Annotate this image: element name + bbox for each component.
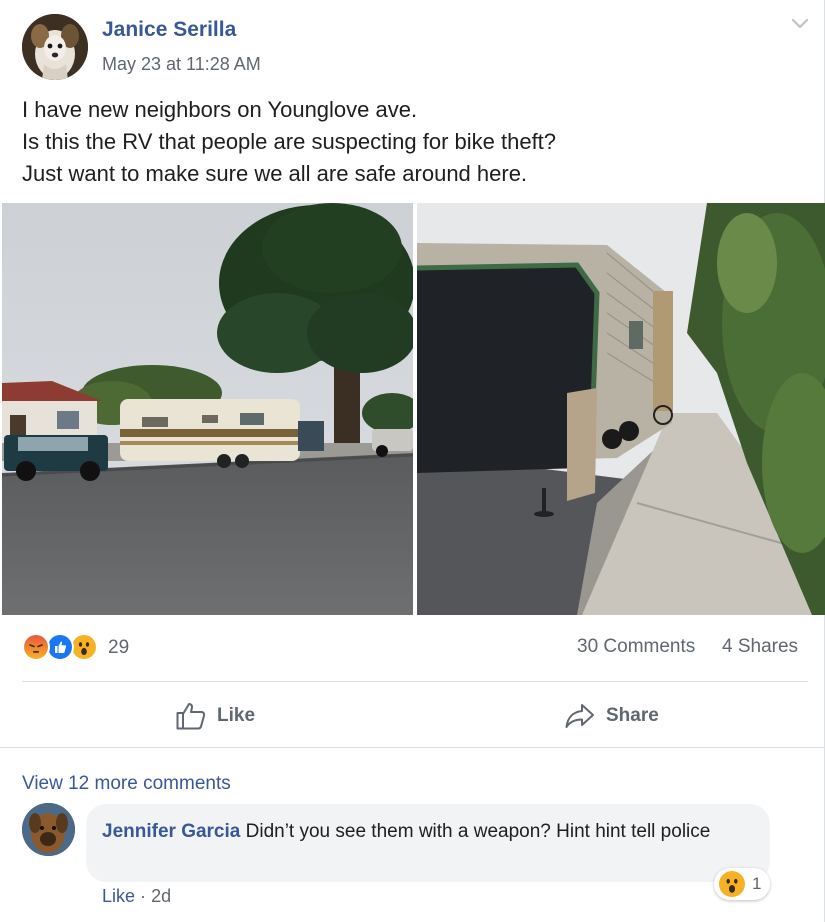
shares-count-link[interactable]: 4 Shares: [722, 636, 798, 658]
post-text-line: Is this the RV that people are suspectin…: [22, 129, 557, 154]
comment-author[interactable]: Jennifer Garcia: [102, 821, 240, 842]
angry-reaction-icon: [22, 633, 50, 661]
post-photo-street[interactable]: [2, 203, 413, 615]
share-button[interactable]: Share: [564, 696, 659, 736]
post-text-line: Just want to make sure we all are safe a…: [22, 161, 528, 186]
comment-meta-separator: ·: [140, 886, 147, 906]
view-more-comments-link[interactable]: View 12 more comments: [22, 773, 231, 795]
comments-count-link[interactable]: 30 Comments: [577, 636, 695, 658]
share-arrow-icon: [565, 704, 594, 728]
like-button-label: Like: [217, 705, 256, 726]
reaction-count: 29: [108, 637, 130, 658]
reactions-summary[interactable]: 29: [22, 633, 132, 661]
divider: [0, 747, 825, 748]
like-reaction-icon: [46, 633, 74, 661]
like-button[interactable]: Like: [175, 696, 255, 736]
comment-bubble: Jennifer Garcia Didn’t you see them with…: [86, 804, 770, 882]
comment-reaction-badge[interactable]: 1: [714, 868, 770, 900]
comment-text: Didn’t you see them with a weapon? Hint …: [245, 821, 711, 842]
comment-age[interactable]: 2d: [151, 886, 171, 906]
comment-reaction-count: 1: [752, 874, 762, 893]
wow-reaction-icon: [70, 633, 98, 661]
share-button-label: Share: [606, 705, 659, 726]
commenter-avatar[interactable]: [22, 803, 75, 856]
post-text: I have new neighbors on Younglove ave. I…: [22, 94, 802, 190]
wow-reaction-icon: [719, 871, 745, 897]
post-text-line: I have new neighbors on Younglove ave.: [22, 97, 418, 122]
thumbs-up-icon: [176, 703, 206, 730]
post-timestamp[interactable]: May 23 at 11:28 AM: [102, 54, 261, 75]
comment-meta: Like · 2d: [102, 886, 171, 907]
comment-like-link[interactable]: Like: [102, 886, 135, 906]
author-name[interactable]: Janice Serilla: [102, 18, 236, 42]
feed-post: Janice Serilla May 23 at 11:28 AM I have…: [0, 0, 825, 922]
chevron-down-icon[interactable]: [788, 14, 812, 34]
author-avatar[interactable]: [22, 14, 88, 80]
post-photo-rv-tarp[interactable]: [417, 203, 825, 615]
divider: [22, 681, 808, 682]
